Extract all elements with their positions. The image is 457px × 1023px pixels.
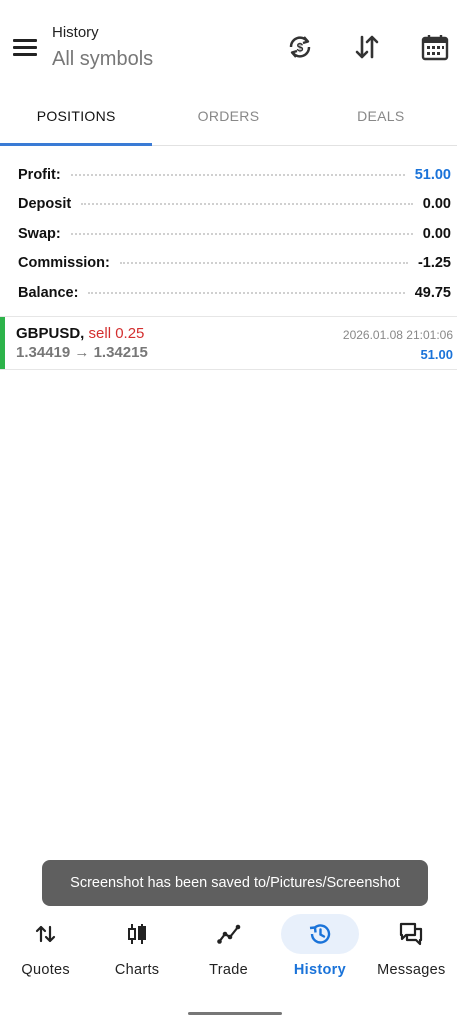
profit-value: 51.00	[414, 166, 451, 183]
deal-prices: 1.34419 → 1.34215	[16, 344, 148, 361]
history-icon	[280, 914, 359, 954]
nav-messages[interactable]: Messages	[366, 908, 457, 988]
nav-label: History	[293, 962, 346, 978]
nav-charts[interactable]: Charts	[91, 908, 182, 988]
deal-profit: 51.00	[420, 347, 453, 362]
charts-icon	[98, 914, 176, 954]
tab-deals[interactable]: DEALS	[305, 96, 457, 145]
quotes-icon	[7, 914, 85, 954]
currency-exchange-button[interactable]: $	[283, 30, 317, 64]
deposit-value: 0.00	[422, 196, 451, 213]
tab-positions[interactable]: POSITIONS	[0, 96, 153, 146]
trade-icon	[190, 914, 268, 954]
sort-button[interactable]	[350, 30, 384, 64]
list-item[interactable]: GBPUSD, sell 0.25 1.34419 → 1.34215 2026…	[0, 317, 457, 369]
profit-label: Profit:	[18, 166, 61, 183]
swap-label: Swap:	[18, 225, 61, 242]
currency-exchange-icon: $	[289, 36, 311, 58]
menu-icon[interactable]	[13, 39, 37, 57]
deal-symbol-line: GBPUSD, sell 0.25	[16, 325, 144, 342]
commission-label: Commission:	[18, 255, 110, 272]
dotted-leader	[88, 291, 405, 294]
nav-label: Charts	[114, 962, 160, 978]
dotted-leader	[70, 232, 413, 235]
swap-value: 0.00	[422, 225, 451, 242]
toast-message: Screenshot has been saved to/Pictures/Sc…	[42, 860, 428, 906]
tab-orders[interactable]: ORDERS	[152, 96, 304, 145]
summary-row-deposit: Deposit 0.00	[18, 190, 451, 220]
summary-row-swap: Swap: 0.00	[18, 219, 451, 249]
close-price: 1.34215	[93, 344, 148, 361]
deal-symbol: GBPUSD,	[16, 325, 85, 342]
deal-side-volume: sell 0.25	[88, 325, 145, 342]
history-summary: Profit: 51.00 Deposit 0.00 Swap: 0.00 Co…	[18, 160, 451, 308]
nav-label: Messages	[377, 962, 446, 978]
deal-time: 2026.01.08 21:01:06	[342, 328, 453, 342]
balance-label: Balance:	[18, 284, 79, 301]
home-indicator[interactable]	[188, 1012, 282, 1015]
symbol-filter[interactable]: All symbols	[52, 48, 153, 71]
arrow-icon: →	[74, 344, 90, 361]
calendar-icon	[421, 35, 449, 61]
sort-icon	[355, 35, 379, 59]
history-tabs: POSITIONS ORDERS DEALS	[0, 96, 457, 146]
summary-row-profit: Profit: 51.00	[18, 160, 451, 190]
nav-label: Quotes	[21, 962, 70, 978]
nav-label: Trade	[209, 962, 248, 978]
commission-value: -1.25	[417, 255, 451, 272]
nav-trade[interactable]: Trade	[183, 908, 274, 988]
messages-icon	[372, 914, 450, 954]
app-header: History All symbols $	[0, 0, 457, 92]
dotted-leader	[119, 262, 408, 265]
open-price: 1.34419	[16, 344, 71, 361]
nav-quotes[interactable]: Quotes	[0, 908, 91, 988]
calendar-button[interactable]	[418, 30, 452, 64]
deposit-label: Deposit	[18, 196, 72, 213]
summary-row-commission: Commission: -1.25	[18, 249, 451, 279]
page-title: History	[52, 24, 99, 41]
bottom-navigation: Quotes Charts Trade History Messages	[0, 908, 457, 988]
nav-history[interactable]: History	[274, 908, 365, 988]
dotted-leader	[70, 173, 405, 176]
profit-indicator-bar	[0, 317, 5, 369]
balance-value: 49.75	[414, 284, 451, 301]
dotted-leader	[81, 203, 413, 206]
summary-row-balance: Balance: 49.75	[18, 278, 451, 308]
svg-text:$: $	[297, 41, 304, 55]
divider	[0, 369, 457, 370]
